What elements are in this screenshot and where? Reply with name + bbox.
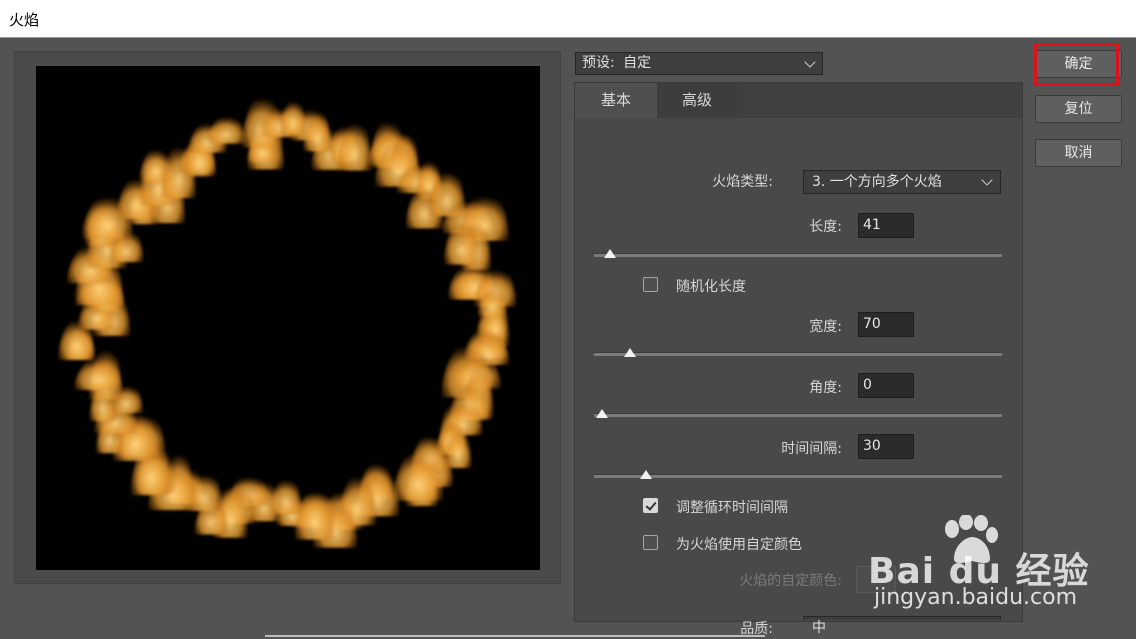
flame-ring-image <box>58 91 517 548</box>
preview-frame <box>14 51 561 584</box>
interval-slider-thumb[interactable] <box>639 470 652 479</box>
quality-value: 中 <box>812 620 826 636</box>
angle-slider-track[interactable] <box>594 413 1002 417</box>
watermark-url: jingyan.baidu.com <box>874 585 1078 610</box>
flame-tongue <box>74 354 122 391</box>
flame-type-label: 火焰类型: <box>712 174 773 190</box>
angle-input[interactable]: 0 <box>858 373 914 398</box>
quality-select[interactable]: 中 <box>803 616 1001 636</box>
flame-tongue <box>207 113 246 144</box>
flame-preview-canvas[interactable] <box>36 66 540 570</box>
baidu-watermark: Bai du 经验 jingyan.baidu.com <box>868 515 1128 615</box>
title-bar: 火焰 <box>0 0 1136 38</box>
use-custom-color-label: 为火焰使用自定颜色 <box>676 537 802 553</box>
preset-label: 预设: <box>582 55 615 71</box>
tab-advanced[interactable]: 高级 <box>657 83 737 118</box>
length-slider-track[interactable] <box>594 253 1002 257</box>
length-input[interactable]: 41 <box>858 213 914 238</box>
adjust-loop-checkbox[interactable] <box>643 498 658 513</box>
flame-type-value: 3. 一个方向多个火焰 <box>812 174 942 190</box>
width-input[interactable]: 70 <box>858 312 914 337</box>
flame-tongue <box>279 97 307 135</box>
adjust-loop-label: 调整循环时间间隔 <box>676 500 788 516</box>
flame-tongue <box>393 446 444 501</box>
quality-label: 品质: <box>740 621 773 637</box>
custom-color-label: 火焰的自定颜色: <box>739 573 842 589</box>
width-slider-track[interactable] <box>594 352 1002 356</box>
angle-slider-thumb[interactable] <box>596 409 608 418</box>
width-slider-thumb[interactable] <box>623 348 636 357</box>
interval-label: 时间间隔: <box>781 441 842 457</box>
preset-select[interactable]: 预设: 自定 <box>575 52 823 75</box>
interval-input[interactable]: 30 <box>858 434 914 459</box>
randomize-length-label: 随机化长度 <box>676 279 746 295</box>
randomize-length-checkbox[interactable] <box>643 277 658 292</box>
flame-group <box>58 91 517 548</box>
chevron-down-icon <box>804 56 816 68</box>
cancel-button[interactable]: 取消 <box>1035 139 1122 167</box>
tab-bar: 基本 高级 <box>575 83 1022 118</box>
tab-basic[interactable]: 基本 <box>575 83 657 118</box>
width-label: 宽度: <box>809 319 842 335</box>
flame-type-select[interactable]: 3. 一个方向多个火焰 <box>803 170 1001 194</box>
use-custom-color-checkbox[interactable] <box>643 535 658 550</box>
chevron-down-icon <box>981 174 993 186</box>
preset-value: 自定 <box>623 55 652 71</box>
length-label: 长度: <box>809 219 842 235</box>
check-icon <box>645 499 657 511</box>
reset-button[interactable]: 复位 <box>1035 95 1122 123</box>
length-slider-thumb[interactable] <box>603 249 616 258</box>
window-title: 火焰 <box>9 11 40 29</box>
angle-label: 角度: <box>809 380 842 396</box>
ok-button-highlight <box>1034 43 1119 86</box>
interval-slider-track[interactable] <box>594 474 1002 478</box>
